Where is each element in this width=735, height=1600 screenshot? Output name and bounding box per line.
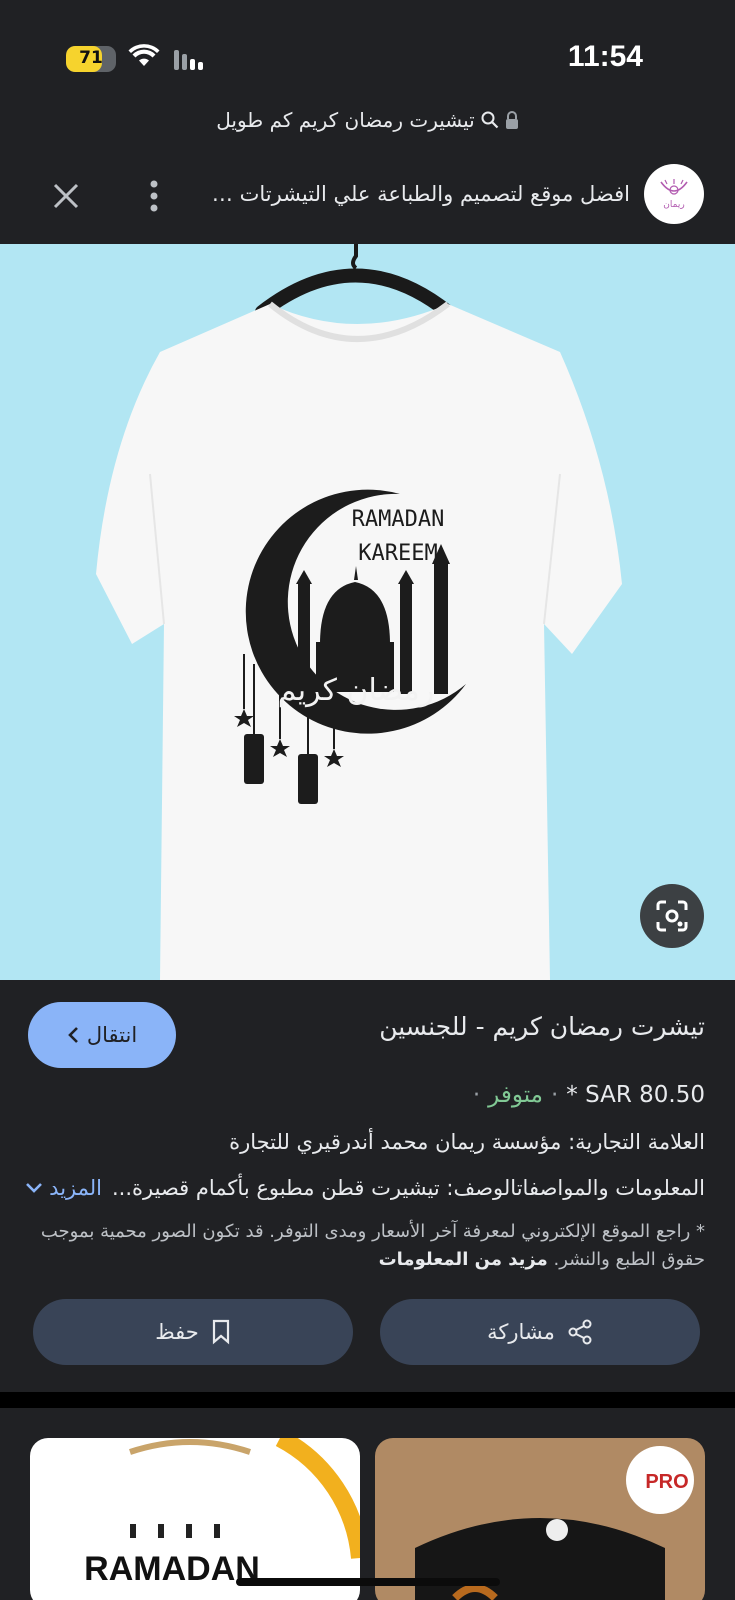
logo-text: ريمان (663, 200, 685, 210)
visit-label: انتقال (86, 1023, 138, 1047)
more-label: المزيد (49, 1176, 102, 1200)
status-bar: 71 11:54 (0, 0, 735, 100)
print-line2: KAREEM (358, 541, 437, 566)
search-icon (481, 111, 499, 129)
product-image[interactable]: RAMADAN KAREEM رمضان كريم (0, 244, 735, 980)
more-options-button[interactable] (142, 176, 166, 216)
related-results: RAMADAN PRO (0, 1408, 735, 1600)
logo-icon (660, 179, 688, 195)
thumb-image: PRO (415, 1446, 694, 1600)
result-header: افضل موقع لتصميم والطباعة علي التيشرتات … (0, 158, 735, 238)
lens-icon (656, 900, 688, 932)
share-icon (568, 1319, 592, 1345)
related-thumb[interactable]: PRO (375, 1438, 705, 1600)
more-info-link[interactable]: مزيد من المعلومات (379, 1249, 548, 1270)
lock-icon (505, 111, 518, 129)
site-title[interactable]: افضل موقع لتصميم والطباعة علي التيشرتات … (210, 182, 630, 206)
specs-row: المعلومات والمواصفاتالوصف: تيشيرت قطن مط… (25, 1176, 705, 1200)
clock: 11:54 (567, 40, 643, 73)
close-icon (53, 183, 79, 209)
thumb1-text: RAMADAN (84, 1550, 260, 1588)
more-vert-icon (150, 180, 158, 212)
chevron-left-icon (68, 1027, 78, 1043)
specs-text: المعلومات والمواصفاتالوصف: تيشيرت قطن مط… (112, 1176, 705, 1200)
signal-icon (174, 50, 203, 70)
disclaimer: * راجع الموقع الإلكتروني لمعرفة آخر الأس… (25, 1218, 705, 1274)
visit-button[interactable]: انتقال (28, 1002, 176, 1068)
more-button[interactable]: المزيد (25, 1176, 102, 1200)
section-divider (0, 1392, 735, 1408)
print-arabic: رمضان كريم (278, 673, 434, 708)
save-label: حفظ (155, 1320, 199, 1344)
price-row: SAR 80.50 * · متوفر · (472, 1082, 705, 1108)
share-button[interactable]: مشاركة (380, 1299, 700, 1365)
tshirt-illustration: RAMADAN KAREEM رمضان كريم (96, 244, 622, 980)
disclaimer-text: * راجع الموقع الإلكتروني لمعرفة آخر الأس… (40, 1221, 705, 1270)
chevron-down-icon (26, 1183, 43, 1193)
brand: العلامة التجارية: مؤسسة ريمان محمد أندرق… (229, 1130, 705, 1154)
battery-level: 71 (79, 48, 103, 68)
share-label: مشاركة (487, 1320, 555, 1344)
lens-button[interactable] (640, 884, 704, 948)
related-thumb[interactable]: RAMADAN (30, 1438, 360, 1600)
url-query: تيشيرت رمضان كريم كم طويل (216, 108, 475, 132)
thumb-image: RAMADAN (84, 1438, 360, 1588)
bookmark-icon (212, 1319, 229, 1345)
price: SAR 80.50 * (566, 1082, 705, 1108)
product-title: تيشرت رمضان كريم - للجنسين (379, 1012, 705, 1041)
site-logo[interactable]: ريمان (644, 164, 704, 224)
availability: متوفر (488, 1082, 543, 1108)
thumb2-logo: PRO (645, 1471, 688, 1493)
close-button[interactable] (46, 176, 86, 216)
product-info-panel: انتقال تيشرت رمضان كريم - للجنسين SAR 80… (0, 980, 735, 1392)
url-bar[interactable]: تيشيرت رمضان كريم كم طويل (0, 104, 735, 136)
battery-icon: 71 (66, 46, 116, 72)
print-line1: RAMADAN (352, 507, 445, 532)
save-button[interactable]: حفظ (33, 1299, 353, 1365)
wifi-icon (128, 44, 160, 66)
home-indicator[interactable] (236, 1578, 500, 1586)
